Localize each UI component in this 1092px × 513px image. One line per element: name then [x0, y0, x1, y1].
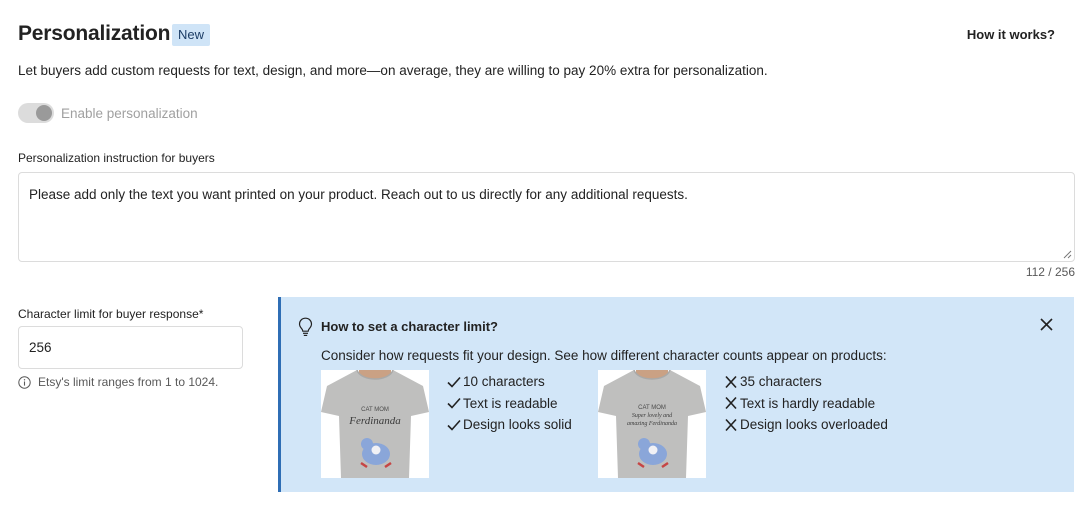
required-mark: * [198, 307, 204, 321]
close-icon[interactable] [1039, 317, 1054, 332]
checklist-text: Design looks solid [463, 417, 572, 433]
checklist-text: Text is readable [463, 395, 558, 411]
checklist-item: 35 characters [723, 371, 888, 393]
x-icon [725, 418, 737, 431]
checklist-item: Design looks solid [446, 414, 572, 436]
instruction-counter: 112 / 256 [1025, 265, 1075, 279]
instruction-text: Please add only the text you want printe… [29, 187, 688, 202]
check-icon [447, 376, 461, 388]
char-limit-hint-text: Etsy's limit ranges from 1 to 1024. [38, 375, 219, 389]
page-title: Personalization [18, 22, 171, 45]
checklist-text: Design looks overloaded [740, 417, 888, 433]
instruction-textarea[interactable]: Please add only the text you want printe… [18, 172, 1075, 262]
page-subtitle: Let buyers add custom requests for text,… [18, 63, 768, 78]
enable-personalization-row: Enable personalization [18, 103, 198, 123]
check-icon [447, 419, 461, 431]
toggle-knob [36, 105, 52, 121]
bad-example-checklist: 35 characters Text is hardly readable De… [723, 371, 888, 436]
tip-title: How to set a character limit? [321, 319, 498, 334]
check-icon [447, 398, 461, 409]
short-text-shirt-image: CAT MOM Ferdinanda [321, 370, 429, 478]
shirt-text-line-2: Super lovely and [632, 413, 673, 419]
resize-grip-icon[interactable] [1063, 250, 1072, 259]
checklist-text: 35 characters [740, 374, 822, 390]
char-limit-label-text: Character limit for buyer response [18, 307, 199, 321]
lightbulb-icon [298, 317, 313, 336]
shirt-text-line-1: CAT MOM [638, 405, 666, 411]
x-icon [725, 397, 737, 410]
shirt-text-line-3: amazing Ferdinanda [627, 421, 677, 427]
char-limit-input[interactable]: 256 [18, 326, 243, 369]
long-text-shirt-image: CAT MOM Super lovely and amazing Ferdina… [598, 370, 706, 478]
char-limit-hint: Etsy's limit ranges from 1 to 1024. [18, 375, 218, 389]
info-icon [18, 375, 31, 389]
checklist-item: 10 characters [446, 371, 572, 393]
instruction-label: Personalization instruction for buyers [18, 151, 215, 165]
new-badge: New [172, 24, 211, 46]
good-example-checklist: 10 characters Text is readable Design lo… [446, 371, 572, 436]
checklist-item: Design looks overloaded [723, 414, 888, 436]
checklist-text: 10 characters [463, 374, 545, 390]
enable-personalization-label: Enable personalization [61, 105, 198, 121]
checklist-text: Text is hardly readable [740, 395, 876, 411]
how-it-works-link[interactable]: How it works? [967, 27, 1055, 42]
shirt-text-line-1: CAT MOM [361, 407, 389, 413]
x-icon [725, 375, 737, 388]
checklist-item: Text is hardly readable [723, 393, 888, 415]
char-limit-label: Character limit for buyer response* [18, 307, 203, 321]
tip-description: Consider how requests fit your design. S… [321, 348, 887, 363]
shirt-text-line-2: Ferdinanda [348, 415, 401, 427]
character-limit-tip: How to set a character limit? Consider h… [278, 297, 1074, 492]
checklist-item: Text is readable [446, 393, 572, 415]
enable-personalization-toggle[interactable] [18, 103, 54, 123]
